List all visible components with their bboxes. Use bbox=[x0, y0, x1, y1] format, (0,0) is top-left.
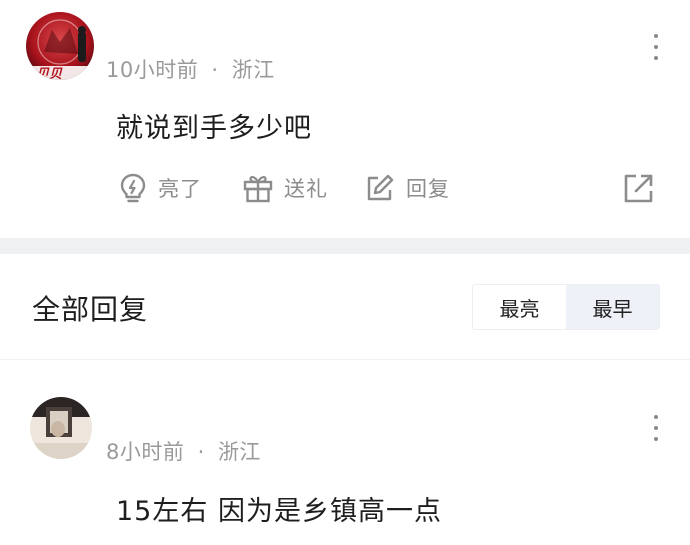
reply-time: 8小时前 bbox=[106, 440, 185, 464]
replies-header: 全部回复 最亮 最早 bbox=[0, 254, 690, 360]
more-options-icon[interactable] bbox=[644, 32, 668, 62]
meta-separator: · bbox=[211, 58, 219, 82]
comment-text: 就说到手多少吧 bbox=[116, 113, 312, 144]
reply-location: 浙江 bbox=[217, 440, 261, 464]
comment-location: 浙江 bbox=[231, 58, 275, 82]
gift-icon bbox=[242, 172, 274, 204]
lightbulb-icon bbox=[118, 172, 148, 204]
meta-separator: · bbox=[197, 440, 205, 464]
like-label: 亮了 bbox=[158, 177, 202, 201]
reply-text: 15左右 因为是乡镇高一点 bbox=[116, 496, 442, 527]
like-button[interactable]: 亮了 bbox=[118, 168, 202, 208]
avatar[interactable]: 贝贝 bbox=[26, 12, 94, 80]
reply-label: 回复 bbox=[406, 177, 450, 201]
avatar-badge-text: 贝贝 bbox=[36, 67, 63, 80]
avatar[interactable] bbox=[30, 397, 92, 459]
reply-meta: 8小时前 · 浙江 bbox=[106, 436, 261, 466]
share-button[interactable] bbox=[622, 168, 656, 208]
section-divider bbox=[0, 238, 690, 254]
sort-brightest-button[interactable]: 最亮 bbox=[473, 285, 566, 329]
sort-toggle: 最亮 最早 bbox=[472, 284, 660, 330]
comment-meta: 10小时前 · 浙江 bbox=[106, 54, 275, 84]
comment-actions: 亮了 送礼 回复 bbox=[118, 168, 663, 208]
more-options-icon[interactable] bbox=[644, 413, 668, 443]
gift-button[interactable]: 送礼 bbox=[242, 168, 328, 208]
sort-earliest-button[interactable]: 最早 bbox=[566, 285, 659, 329]
comment-item: 贝贝 10小时前 · 浙江 就说到手多少吧 亮了 送礼 回复 bbox=[0, 0, 690, 238]
reply-item: 8小时前 · 浙江 15左右 因为是乡镇高一点 bbox=[0, 361, 690, 545]
gift-label: 送礼 bbox=[284, 177, 328, 201]
share-icon bbox=[622, 171, 656, 205]
edit-icon bbox=[364, 172, 396, 204]
replies-title: 全部回复 bbox=[32, 293, 149, 326]
reply-button[interactable]: 回复 bbox=[364, 168, 450, 208]
comment-time: 10小时前 bbox=[106, 58, 199, 82]
